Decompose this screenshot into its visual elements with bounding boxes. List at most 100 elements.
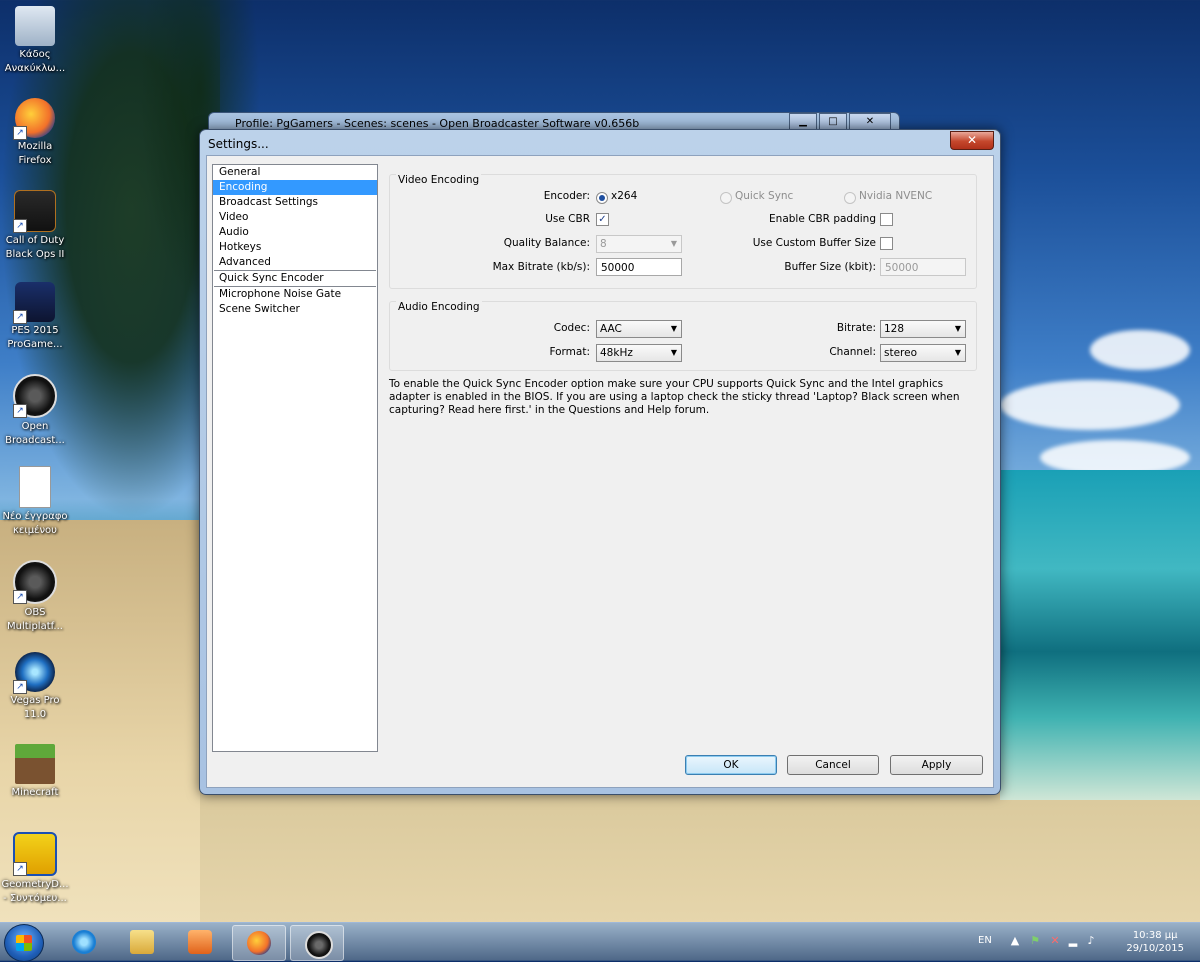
taskbar: EN ▲ ⚑ ✕ ▂ ♪ 10:38 μμ 29/10/2015 <box>0 922 1200 962</box>
category-hotkeys[interactable]: Hotkeys <box>213 240 377 255</box>
shortcut-arrow-icon: ↗ <box>13 680 27 694</box>
desktop-icon-text-file[interactable]: Νέο έγγραφο κειμένου <box>0 466 70 538</box>
category-encoding[interactable]: Encoding <box>213 180 377 195</box>
desktop-icon-label: PES 2015 ProGame... <box>7 325 63 350</box>
explorer-icon <box>130 930 154 954</box>
minecraft-icon <box>15 744 55 784</box>
taskbar-item-obs[interactable] <box>290 925 344 961</box>
desktop-icon-label: GeometryD... - Συντόμευ... <box>1 879 69 904</box>
clock-time: 10:38 μμ <box>1132 930 1178 941</box>
show-hidden-icons-icon[interactable]: ▲ <box>1008 934 1022 948</box>
taskbar-item-media-player[interactable] <box>174 925 226 959</box>
action-center-icon[interactable]: ⚑ <box>1028 934 1042 948</box>
chevron-down-icon: ▼ <box>954 348 961 357</box>
chevron-down-icon: ▼ <box>670 324 677 333</box>
use-custom-buffer-label: Use Custom Buffer Size <box>752 237 876 249</box>
use-cbr-checkbox[interactable]: ✓ <box>596 213 609 226</box>
shortcut-arrow-icon: ↗ <box>13 219 27 233</box>
category-quick-sync-encoder[interactable]: Quick Sync Encoder <box>213 271 377 286</box>
desktop-icon-obs[interactable]: ↗ Open Broadcast... <box>0 374 70 448</box>
obs-icon: ↗ <box>13 560 57 604</box>
start-button[interactable] <box>4 924 44 962</box>
taskbar-item-explorer[interactable] <box>116 925 168 959</box>
network-icon[interactable]: ✕ <box>1048 934 1062 948</box>
shortcut-arrow-icon: ↗ <box>13 404 27 418</box>
obs-icon: ↗ <box>13 374 57 418</box>
language-indicator[interactable]: EN <box>978 935 992 946</box>
category-video[interactable]: Video <box>213 210 377 225</box>
encoder-nvenc-label: Nvidia NVENC <box>859 190 933 202</box>
quality-balance-value: 8 <box>600 238 607 250</box>
codec-select[interactable]: AAC ▼ <box>596 320 682 338</box>
game-icon: ↗ <box>13 832 57 876</box>
category-advanced[interactable]: Advanced <box>213 255 377 270</box>
desktop-icon-label: Vegas Pro 11.0 <box>10 695 60 720</box>
desktop-icon-obs-multiplatform[interactable]: ↗ OBS Multiplatf... <box>0 560 70 634</box>
category-general[interactable]: General <box>213 165 377 180</box>
codec-value: AAC <box>600 323 622 335</box>
channel-label: Channel: <box>829 346 876 358</box>
category-microphone-noise-gate[interactable]: Microphone Noise Gate <box>213 287 377 302</box>
desktop-icon-geometry-dash[interactable]: ↗ GeometryD... - Συντόμευ... <box>0 832 70 906</box>
quick-sync-info-text: To enable the Quick Sync Encoder option … <box>389 378 960 416</box>
max-bitrate-label: Max Bitrate (kb/s): <box>492 261 590 273</box>
volume-icon[interactable]: ♪ <box>1084 934 1098 948</box>
taskbar-item-ie[interactable] <box>58 925 110 959</box>
use-cbr-label: Use CBR <box>545 213 590 225</box>
channel-select[interactable]: stereo ▼ <box>880 344 966 362</box>
ie-icon <box>72 930 96 954</box>
desktop-icon-label: Call of Duty Black Ops II <box>5 235 65 260</box>
category-broadcast-settings[interactable]: Broadcast Settings <box>213 195 377 210</box>
settings-dialog[interactable]: Settings... ✕ General Encoding Broadcast… <box>199 129 1001 795</box>
taskbar-item-firefox[interactable] <box>232 925 286 961</box>
max-bitrate-input[interactable]: 50000 <box>596 258 682 276</box>
format-select[interactable]: 48kHz ▼ <box>596 344 682 362</box>
desktop-icon-label: Mozilla Firefox <box>17 141 53 166</box>
use-custom-buffer-checkbox[interactable] <box>880 237 893 250</box>
wallpaper-cloud <box>1090 330 1190 370</box>
bitrate-select[interactable]: 128 ▼ <box>880 320 966 338</box>
bitrate-label: Bitrate: <box>836 322 876 334</box>
encoder-nvenc-radio[interactable] <box>844 192 856 204</box>
game-icon: ↗ <box>13 190 56 233</box>
vegas-icon: ↗ <box>13 652 55 694</box>
wallpaper-cloud <box>1000 380 1180 430</box>
group-title: Video Encoding <box>396 174 482 186</box>
buffer-size-input[interactable]: 50000 <box>880 258 966 276</box>
close-button[interactable]: ✕ <box>950 131 994 150</box>
encoder-x264-radio[interactable] <box>596 192 608 204</box>
encoder-quicksync-radio[interactable] <box>720 192 732 204</box>
settings-category-list[interactable]: General Encoding Broadcast Settings Vide… <box>212 164 378 752</box>
apply-button[interactable]: Apply <box>890 755 983 775</box>
encoder-label: Encoder: <box>543 190 590 202</box>
enable-cbr-padding-label: Enable CBR padding <box>769 213 876 225</box>
category-scene-switcher[interactable]: Scene Switcher <box>213 302 377 317</box>
format-value: 48kHz <box>600 347 633 359</box>
desktop-icon-firefox[interactable]: ↗ Mozilla Firefox <box>0 98 70 168</box>
codec-label: Codec: <box>553 322 590 334</box>
buffer-size-label: Buffer Size (kbit): <box>784 261 876 273</box>
desktop-icon-pes[interactable]: ↗ PES 2015 ProGame... <box>0 282 70 352</box>
desktop-icon-label: Minecraft <box>11 787 59 798</box>
ok-button[interactable]: OK <box>685 755 777 775</box>
enable-cbr-padding-checkbox[interactable] <box>880 213 893 226</box>
cancel-button[interactable]: Cancel <box>787 755 879 775</box>
bitrate-value: 128 <box>884 323 905 335</box>
desktop-icon-minecraft[interactable]: Minecraft <box>0 744 70 800</box>
desktop-icon-cod[interactable]: ↗ Call of Duty Black Ops II <box>0 190 70 262</box>
category-audio[interactable]: Audio <box>213 225 377 240</box>
shortcut-arrow-icon: ↗ <box>13 862 27 876</box>
text-file-icon <box>19 466 51 508</box>
clock[interactable]: 10:38 μμ 29/10/2015 <box>1126 929 1184 955</box>
desktop-icon-label: Open Broadcast... <box>5 421 65 446</box>
encoder-x264-label: x264 <box>611 190 638 202</box>
clock-date: 29/10/2015 <box>1126 943 1184 954</box>
desktop-icon-label: OBS Multiplatf... <box>7 607 63 632</box>
dialog-client: General Encoding Broadcast Settings Vide… <box>206 155 994 788</box>
dialog-title: Settings... <box>208 137 269 151</box>
quality-balance-select[interactable]: 8 ▼ <box>596 235 682 253</box>
desktop-icon-recycle-bin[interactable]: Κάδος Ανακύκλω... <box>0 6 70 76</box>
signal-icon[interactable]: ▂ <box>1066 934 1080 948</box>
audio-encoding-group: Audio Encoding Codec: AAC ▼ Bitrate: 128… <box>389 301 977 371</box>
desktop-icon-vegas[interactable]: ↗ Vegas Pro 11.0 <box>0 652 70 722</box>
